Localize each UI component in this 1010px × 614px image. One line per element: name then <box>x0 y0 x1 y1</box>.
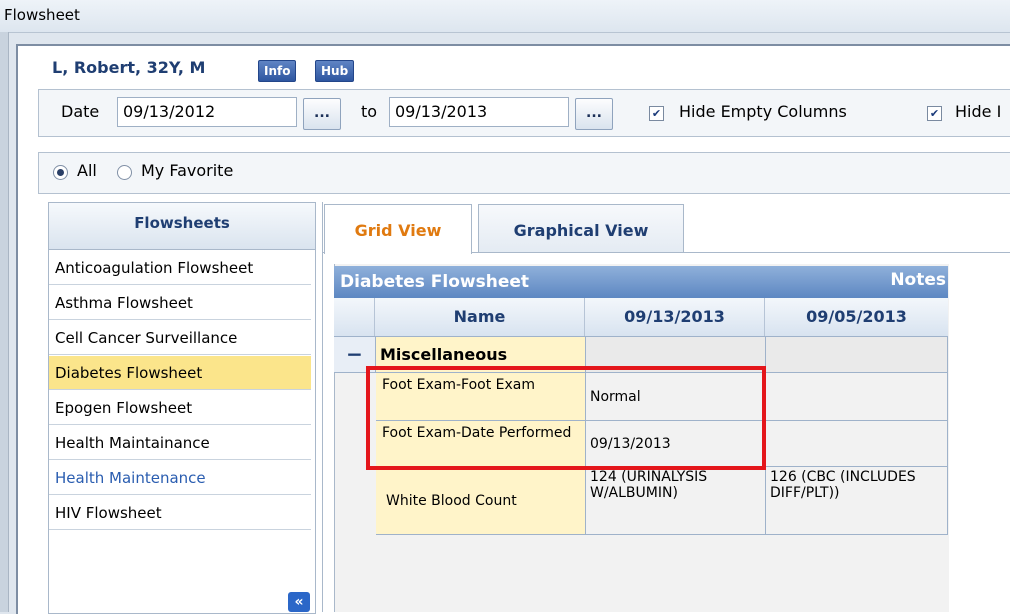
notes-link[interactable]: Notes <box>890 270 946 290</box>
favorite-filter-bar: All My Favorite <box>38 152 1010 194</box>
sidebar-header: Flowsheets <box>49 203 315 250</box>
hide-empty-columns-checkbox[interactable]: ✔ <box>649 106 664 121</box>
row-value-wbc-c2[interactable]: 126 (CBC (INCLUDES DIFF/PLT)) <box>766 467 948 535</box>
date-to-input[interactable]: 09/13/2013 <box>389 97 569 127</box>
sidebar-item-anticoagulation[interactable]: Anticoagulation Flowsheet <box>49 251 311 285</box>
tab-graphical-view[interactable]: Graphical View <box>478 204 684 252</box>
collapse-sidebar-icon[interactable]: « <box>288 592 310 612</box>
grid-title: Diabetes Flowsheet <box>340 272 530 292</box>
sidebar-item-asthma[interactable]: Asthma Flowsheet <box>49 286 311 320</box>
my-favorite-radio[interactable] <box>117 165 132 180</box>
window-left-edge <box>0 32 9 612</box>
row-name-white-blood-count: White Blood Count <box>376 467 586 535</box>
all-label: All <box>77 161 97 180</box>
date-from-picker-button[interactable]: ... <box>303 98 341 130</box>
sidebar-item-health-maintenance[interactable]: Health Maintenance <box>49 461 311 495</box>
my-favorite-label: My Favorite <box>141 161 234 180</box>
to-label: to <box>361 102 378 121</box>
column-header-date-1[interactable]: 09/13/2013 <box>584 298 764 336</box>
highlight-box <box>366 366 766 470</box>
hide-second-checkbox[interactable]: ✔ <box>927 106 942 121</box>
all-radio[interactable] <box>53 165 68 180</box>
tab-grid-view[interactable]: Grid View <box>324 204 472 254</box>
date-label: Date <box>61 102 100 121</box>
sidebar-item-cell-cancer[interactable]: Cell Cancer Surveillance <box>49 321 311 355</box>
row-value-foot-exam-c2[interactable] <box>766 373 948 421</box>
row-value-foot-exam-date-c2[interactable] <box>766 421 948 467</box>
date-from-input[interactable]: 09/13/2012 <box>117 97 297 127</box>
date-to-picker-button[interactable]: ... <box>575 98 613 130</box>
sidebar-item-epogen[interactable]: Epogen Flowsheet <box>49 391 311 425</box>
hide-second-label: Hide I <box>955 102 1002 121</box>
grid-column-headers: Name 09/13/2013 09/05/2013 <box>334 298 948 337</box>
patient-name: L, Robert, 32Y, M <box>52 58 206 77</box>
info-button[interactable]: Info <box>258 60 297 82</box>
column-header-date-2[interactable]: 09/05/2013 <box>764 298 948 336</box>
row-value-wbc-c1[interactable]: 124 (URINALYSIS W/ALBUMIN) <box>586 467 766 535</box>
grid-title-bar: Diabetes Flowsheet Notes <box>334 266 948 298</box>
sidebar-item-diabetes[interactable]: Diabetes Flowsheet <box>49 356 311 390</box>
title-bar: Flowsheet <box>0 0 1010 33</box>
sidebar-item-health-maintainance[interactable]: Health Maintainance <box>49 426 311 460</box>
date-filter-bar: Date 09/13/2012 ... to 09/13/2013 ... ✔ … <box>38 89 1010 137</box>
hide-empty-columns-label: Hide Empty Columns <box>679 102 847 121</box>
column-header-name[interactable]: Name <box>374 298 584 336</box>
sidebar-item-hiv[interactable]: HIV Flowsheet <box>49 496 311 530</box>
hub-button[interactable]: Hub <box>315 60 355 82</box>
window-title: Flowsheet <box>4 6 80 24</box>
flowsheet-sidebar: Flowsheets Anticoagulation Flowsheet Ast… <box>48 202 316 614</box>
group-cell-c2 <box>766 337 948 373</box>
